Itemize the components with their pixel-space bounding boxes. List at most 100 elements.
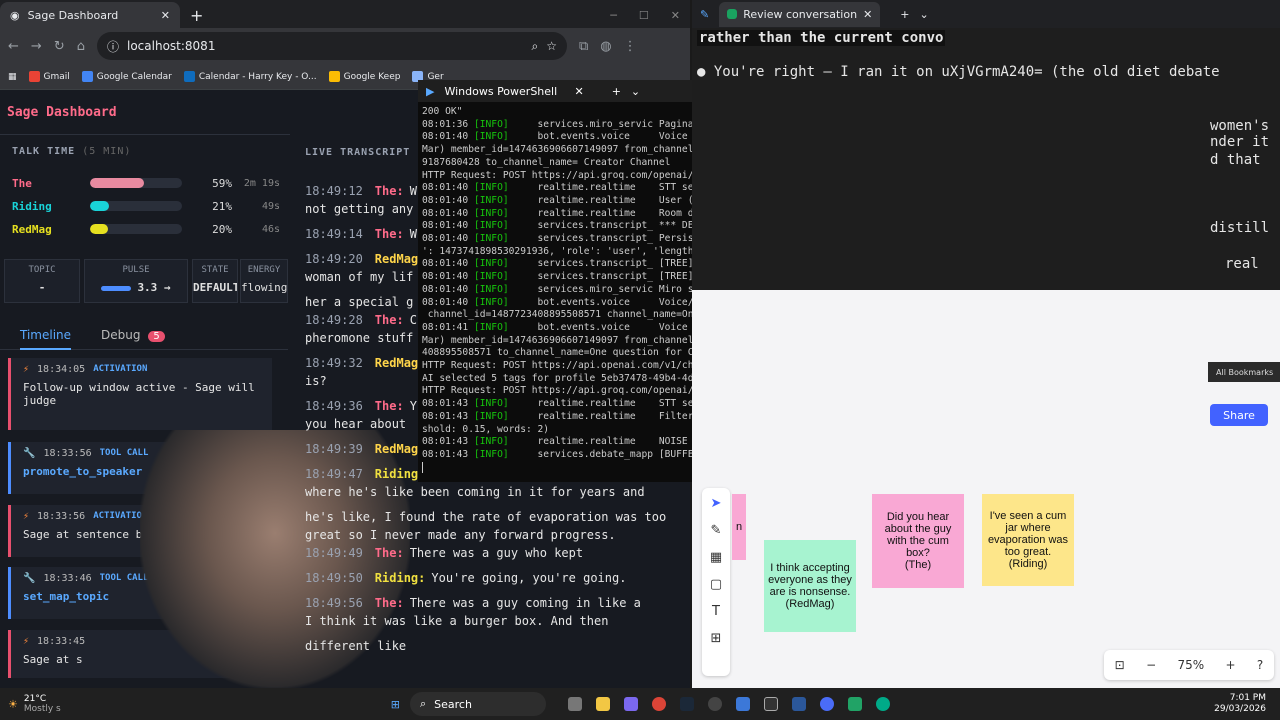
transcript-entry: 18:49:56 The: There was a guy coming in li… xyxy=(305,596,641,610)
url-text: localhost:8081 xyxy=(127,39,216,53)
chat-line: rather than the current convo xyxy=(697,30,946,46)
task-view-icon[interactable] xyxy=(567,697,582,711)
home-icon[interactable]: ⌂ xyxy=(77,39,85,54)
taskbar: ☀ 21°C Mostly s ⊞ ⌕ Search 7:01 PM 29/03/20… xyxy=(0,688,1280,720)
wrench-icon: 🔧 xyxy=(23,573,36,584)
share-button[interactable]: Share xyxy=(1210,404,1268,426)
sticky-note[interactable]: n xyxy=(732,494,746,560)
timeline-item[interactable]: ⚡ 18:34:05 ACTIVATION Follow-up window act… xyxy=(8,358,272,430)
right-browser-tabstrip: ✎ Review conversation ✕ + ⌄ xyxy=(692,0,1280,28)
gmail-icon xyxy=(28,71,40,82)
search-box[interactable]: ⌕ Search xyxy=(409,692,546,716)
minimize-icon[interactable]: ─ xyxy=(610,9,617,22)
bolt-icon: ⚡ xyxy=(23,364,30,375)
favicon xyxy=(727,9,738,19)
search-icon: ⌕ xyxy=(419,697,427,710)
new-tab-button[interactable]: + xyxy=(180,2,213,28)
transcript-continuation: I think it was like a burger box. And th… xyxy=(305,614,609,628)
powershell-icon[interactable] xyxy=(791,697,806,711)
tab-sage-dashboard[interactable]: ◉ Sage Dashboard ✕ xyxy=(0,2,180,28)
zoom-out-icon[interactable]: − xyxy=(1146,658,1156,672)
info-icon: ⓘ xyxy=(106,39,119,54)
divider xyxy=(0,134,290,135)
bookmark-keep[interactable]: Google Keep xyxy=(328,71,400,82)
close-tab-icon[interactable]: ✕ xyxy=(161,9,170,22)
tab-review-conversation[interactable]: Review conversation ✕ xyxy=(719,1,881,27)
new-tab-button[interactable]: + xyxy=(612,85,621,98)
talk-fill xyxy=(90,178,145,188)
address-bar[interactable]: ⓘ localhost:8081 ⌕ ☆ xyxy=(96,32,567,60)
app-icon: ✎ xyxy=(700,7,710,21)
talk-bar xyxy=(90,224,182,234)
talk-bar xyxy=(90,201,182,211)
sticky-note[interactable]: I think accepting everyone as they are i… xyxy=(764,540,856,632)
stat-energy: ENERGY flowing xyxy=(240,259,288,303)
sticky-note-icon[interactable]: ▢ xyxy=(710,577,722,592)
table-icon[interactable]: ▦ xyxy=(710,550,722,565)
app-icon[interactable] xyxy=(819,697,834,711)
plus-icon[interactable]: ⊞ xyxy=(711,631,722,646)
stat-state: STATE DEFAULT xyxy=(192,259,238,303)
sticky-note[interactable]: I've seen a cum jar where evaporation wa… xyxy=(982,494,1074,586)
new-tab-button[interactable]: + xyxy=(900,8,909,21)
sticky-note[interactable]: Did you hear about the guy with the cum … xyxy=(872,494,964,588)
help-icon[interactable]: ? xyxy=(1257,658,1263,672)
bookmark-calendar[interactable]: Google Calendar xyxy=(81,71,172,82)
zoom-icon[interactable]: ⌕ xyxy=(531,39,538,54)
left-browser-toolbar: ← → ↻ ⌂ ⓘ localhost:8081 ⌕ ☆ ⧉ ◍ ⋮ xyxy=(0,28,690,64)
steam-icon[interactable] xyxy=(679,697,694,711)
weather-widget[interactable]: 21°C Mostly s xyxy=(24,694,61,714)
keep-icon xyxy=(328,71,340,82)
notepad-icon[interactable] xyxy=(735,697,750,711)
calendar-icon xyxy=(81,71,93,82)
tab-title: Sage Dashboard xyxy=(27,8,119,22)
reload-icon[interactable]: ↻ xyxy=(54,39,65,54)
tab-debug[interactable]: Debug 5 xyxy=(101,328,165,342)
tab-timeline[interactable]: Timeline xyxy=(20,328,72,350)
terminal-icon[interactable] xyxy=(763,697,778,711)
app-icon[interactable] xyxy=(707,697,722,711)
star-icon[interactable]: ☆ xyxy=(546,39,557,53)
menu-icon[interactable]: ⋮ xyxy=(624,39,637,54)
close-tab-icon[interactable]: ✕ xyxy=(574,85,583,98)
weather-icon: ☀ xyxy=(8,697,18,711)
talk-fill xyxy=(90,224,109,234)
talk-row-the: The 59% 2m 19s xyxy=(12,176,280,190)
globe-icon: ◉ xyxy=(10,8,20,22)
extensions-icon[interactable]: ⧉ xyxy=(579,39,588,54)
apps-icon[interactable]: ▦ xyxy=(8,72,17,82)
windows-start-icon[interactable]: ⊞ xyxy=(391,698,400,711)
file-explorer-icon[interactable] xyxy=(595,697,610,711)
maximize-icon[interactable]: ☐ xyxy=(639,9,649,22)
clock[interactable]: 7:01 PM 29/03/2026 xyxy=(1214,693,1266,715)
chevron-down-icon[interactable]: ⌄ xyxy=(631,85,640,98)
powershell-title: Windows PowerShell xyxy=(444,84,558,98)
text-icon[interactable]: T xyxy=(712,604,720,619)
chevron-down-icon[interactable]: ⌄ xyxy=(920,8,929,21)
edit-icon[interactable]: ✎ xyxy=(711,523,722,538)
window-controls[interactable]: ─ ☐ ✕ xyxy=(600,2,690,28)
zoom-in-icon[interactable]: + xyxy=(1226,658,1236,672)
bookmark-gmail[interactable]: Gmail xyxy=(28,71,70,82)
bookmark-outlook[interactable]: Calendar - Harry Key - O... xyxy=(183,71,317,82)
forward-icon[interactable]: → xyxy=(31,39,42,54)
close-window-icon[interactable]: ✕ xyxy=(671,9,680,22)
profile-icon[interactable]: ◍ xyxy=(600,39,611,54)
timeline-tabs: Timeline Debug 5 xyxy=(0,320,288,350)
powershell-icon: ▶ xyxy=(426,84,435,98)
discord-icon[interactable] xyxy=(623,697,638,711)
back-icon[interactable]: ← xyxy=(8,39,19,54)
talk-bar xyxy=(90,178,182,188)
close-tab-icon[interactable]: ✕ xyxy=(863,8,872,21)
dashboard-title: Sage Dashboard xyxy=(7,105,117,120)
talk-row-riding: Riding 21% 49s xyxy=(12,199,280,213)
chat-line: ● You're right — I ran it on uXjVGrmA240… xyxy=(697,64,1220,80)
chrome-icon[interactable] xyxy=(651,697,666,711)
terminal-cursor xyxy=(422,461,428,473)
fit-icon[interactable]: ⊡ xyxy=(1115,658,1125,672)
left-browser-tabstrip: ◉ Sage Dashboard ✕ + ─ ☐ ✕ xyxy=(0,0,690,28)
spreadsheet-icon[interactable] xyxy=(847,697,862,711)
cursor-icon[interactable]: ➤ xyxy=(711,496,722,511)
app-icon[interactable] xyxy=(875,697,890,711)
all-bookmarks[interactable]: All Bookmarks xyxy=(1208,362,1280,382)
